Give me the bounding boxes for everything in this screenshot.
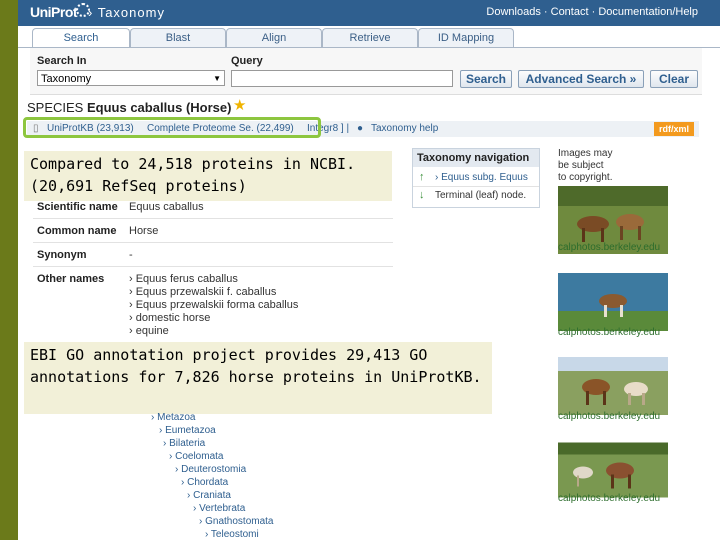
photo-caption[interactable]: calphotos.berkeley.edu [558,327,660,338]
parent-taxon-link[interactable]: › Equus subg. Equus [435,172,528,183]
uniprot-logo[interactable]: UniProt [30,4,78,20]
tab-align[interactable]: Align [226,28,322,48]
other-name: › domestic horse [129,312,211,324]
other-name: › Equus przewalskii f. caballus [129,286,277,298]
row-divider [33,266,393,267]
lineage-item[interactable]: › Coelomata [169,451,223,462]
image-copyright-note: Images may be subject to copyright. [558,148,612,184]
tab-id-mapping[interactable]: ID Mapping [418,28,514,48]
tab-blast[interactable]: Blast [130,28,226,48]
row-divider [33,218,393,219]
horse-photo[interactable] [558,352,668,420]
lineage-item[interactable]: › Chordata [181,477,228,488]
other-name: › equine [129,325,169,337]
common-name-value: Horse [129,225,159,237]
row-divider [33,242,393,243]
lineage-item[interactable]: › Vertebrata [193,503,245,514]
help-icon: ● [357,123,364,134]
link-taxonomy-help[interactable]: Taxonomy help [371,121,438,137]
taxonomy-navigation-box: Taxonomy navigation ↑ › Equus subg. Equu… [412,148,540,208]
annotation-note-go: EBI GO annotation project provides 29,41… [24,342,492,414]
lineage-item[interactable]: › Craniata [187,490,231,501]
taxonomy-navigation-title: Taxonomy navigation [413,149,539,167]
species-name: Equus caballus (Horse) [86,100,232,115]
other-name: › Equus ferus caballus [129,273,238,285]
annotation-note-ncbi: Compared to 24,518 proteins in NCBI. (20… [24,151,392,201]
tab-retrieve[interactable]: Retrieve [322,28,418,48]
other-name: › Equus przewalskii forma caballus [129,299,299,311]
synonym-label: Synonym [37,249,87,261]
query-input[interactable] [231,70,453,87]
lineage-item[interactable]: › Bilateria [163,438,205,449]
nav-downloads[interactable]: Downloads [486,6,540,18]
search-button[interactable]: Search [460,70,512,88]
common-name-label: Common name [37,225,117,237]
scientific-name-label: Scientific name [37,201,118,213]
note-line: Images may [558,148,613,159]
breadcrumb[interactable]: › Taxonomy [88,5,165,20]
lineage-item[interactable]: › Gnathostomata [199,516,273,527]
scientific-name-value: Equus caballus [129,201,204,213]
search-in-label: Search In [37,55,87,67]
nav-contact[interactable]: Contact [551,6,589,18]
highlight-box [23,117,321,138]
species-prefix: SPECIES [27,100,84,115]
tab-search[interactable]: Search [32,28,130,48]
top-bar: UniProt › Taxonomy Downloads · Contact ·… [18,0,720,26]
star-icon[interactable]: ★ [233,96,246,114]
top-nav: Downloads · Contact · Documentation/Help [486,6,698,18]
photo-caption[interactable]: calphotos.berkeley.edu [558,411,660,422]
terminal-node-text: Terminal (leaf) node. [435,190,527,201]
arrow-down-icon: ↓ [419,189,425,201]
note-line: to copyright. [558,172,613,183]
search-in-value: Taxonomy [41,73,92,85]
search-in-select[interactable]: Taxonomy ▼ [37,70,225,86]
query-label: Query [231,55,263,67]
lineage-item[interactable]: › Eumetazoa [159,425,216,436]
horse-photo[interactable] [558,268,668,336]
dropdown-arrow-icon: ▼ [213,74,221,83]
note-line: annotations for 7,826 horse proteins in … [30,368,482,386]
arrow-up-icon: ↑ [419,171,425,183]
synonym-value: - [129,249,133,261]
note-line: (20,691 RefSeq proteins) [30,177,247,195]
rdf-xml-button[interactable]: rdf/xml [654,122,694,136]
advanced-search-button[interactable]: Advanced Search » [518,70,644,88]
species-title: SPECIES Equus caballus (Horse) [27,100,231,115]
left-accent-bar [0,0,18,540]
nav-divider [413,186,539,187]
note-line: be subject [558,160,604,171]
lineage-item[interactable]: › Teleostomi [205,529,259,540]
note-line: Compared to 24,518 proteins in NCBI. [30,155,356,173]
photo-caption[interactable]: calphotos.berkeley.edu [558,242,660,253]
lineage-item[interactable]: › Deuterostomia [175,464,246,475]
lineage-item[interactable]: › Metazoa [151,412,195,423]
note-line: EBI GO annotation project provides 29,41… [30,346,428,364]
nav-help[interactable]: Documentation/Help [598,6,698,18]
other-names-label: Other names [37,273,105,285]
clear-button[interactable]: Clear [650,70,698,88]
photo-caption[interactable]: calphotos.berkeley.edu [558,493,660,504]
